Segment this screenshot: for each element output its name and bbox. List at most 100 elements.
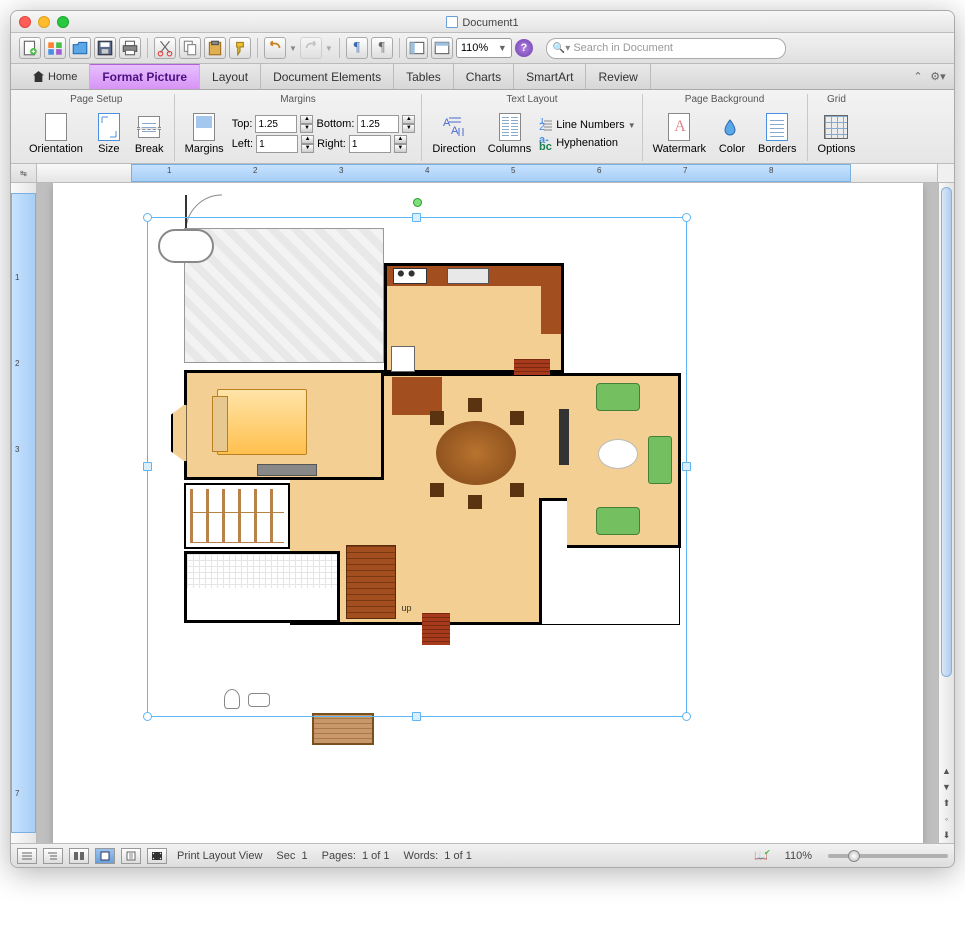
close-window-button[interactable] <box>19 16 31 28</box>
open-button[interactable] <box>69 37 91 59</box>
resize-handle-ml[interactable] <box>143 462 152 471</box>
paste-button[interactable] <box>204 37 226 59</box>
spell-check-icon[interactable]: 📖✔ <box>754 849 774 862</box>
view-notebook-button[interactable] <box>121 848 141 864</box>
margins-button[interactable]: Margins <box>181 111 228 157</box>
ribbon-group-grid: Grid Options <box>807 94 866 161</box>
resize-handle-br[interactable] <box>682 712 691 721</box>
tab-charts[interactable]: Charts <box>454 64 514 89</box>
horizontal-ruler[interactable]: 1 2 3 4 5 6 7 8 <box>37 164 938 182</box>
tab-tables[interactable]: Tables <box>394 64 454 89</box>
vertical-ruler[interactable]: 1 2 3 7 <box>11 183 37 843</box>
rotate-handle[interactable] <box>413 198 422 207</box>
view-outline-button[interactable] <box>43 848 63 864</box>
vertical-scrollbar[interactable]: ▲ ▼ ⬆ ◦ ⬇ <box>938 183 954 843</box>
help-button[interactable]: ? <box>515 39 533 57</box>
zoom-dropdown[interactable]: 110%▼ <box>456 38 512 58</box>
ribbon-group-page-setup: Page Setup Orientation Size Break <box>19 94 174 161</box>
status-pages[interactable]: Pages: 1 of 1 <box>318 850 394 862</box>
tab-layout[interactable]: Layout <box>200 64 261 89</box>
size-button[interactable]: Size <box>91 111 127 157</box>
print-button[interactable] <box>119 37 141 59</box>
columns-button[interactable]: Columns <box>484 111 535 157</box>
borders-button[interactable]: Borders <box>754 111 801 157</box>
resize-handle-bl[interactable] <box>143 712 152 721</box>
templates-button[interactable] <box>44 37 66 59</box>
ribbon-options-button[interactable]: ⚙▾ <box>928 64 948 89</box>
ribbon-tabs: Home Format Picture Layout Document Elem… <box>11 64 954 90</box>
page-color-button[interactable]: Color <box>714 111 750 157</box>
document-canvas[interactable]: up <box>37 183 938 843</box>
ribbon-collapse-button[interactable]: ⌃ <box>908 64 928 89</box>
scroll-up-button[interactable]: ▲ <box>939 763 954 779</box>
format-painter-button[interactable] <box>229 37 251 59</box>
resize-handle-tm[interactable] <box>412 213 421 222</box>
ribbon-group-page-background: Page Background AWatermark Color Borders <box>642 94 807 161</box>
margin-left-stepper[interactable]: ▲▼ <box>301 135 314 153</box>
search-placeholder: Search in Document <box>573 42 673 54</box>
view-print-layout-button[interactable] <box>95 848 115 864</box>
margin-left-input[interactable]: 1 <box>256 135 298 153</box>
orientation-button[interactable]: Orientation <box>25 111 87 157</box>
margin-top-stepper[interactable]: ▲▼ <box>300 115 313 133</box>
gallery-toggle-button[interactable] <box>431 37 453 59</box>
zoom-slider-knob[interactable] <box>848 850 860 862</box>
undo-button[interactable] <box>264 37 286 59</box>
hyphenation-button[interactable]: a-bcHyphenation <box>539 136 635 150</box>
app-window: Document1 ▼ ▼ ¶ ¶ 110%▼ ? 🔍▾ Search in D… <box>10 10 955 868</box>
margin-bottom-input[interactable]: 1.25 <box>357 115 399 133</box>
tab-smartart[interactable]: SmartArt <box>514 64 586 89</box>
next-page-button[interactable]: ⬇ <box>939 827 954 843</box>
show-all-button[interactable]: ¶ <box>371 37 393 59</box>
document-title: Document1 <box>11 14 954 29</box>
tab-document-elements[interactable]: Document Elements <box>261 64 394 89</box>
resize-handle-tl[interactable] <box>143 213 152 222</box>
tab-review[interactable]: Review <box>586 64 650 89</box>
standard-toolbar: ▼ ▼ ¶ ¶ 110%▼ ? 🔍▾ Search in Document <box>11 33 954 64</box>
cut-button[interactable] <box>154 37 176 59</box>
zoom-window-button[interactable] <box>57 16 69 28</box>
status-view-label: Print Layout View <box>173 850 266 862</box>
ribbon: Page Setup Orientation Size Break Margin… <box>11 90 954 164</box>
copy-button[interactable] <box>179 37 201 59</box>
show-formatting-button[interactable]: ¶ <box>346 37 368 59</box>
status-bar: Print Layout View Sec 1 Pages: 1 of 1 Wo… <box>11 843 954 867</box>
direction-button[interactable]: AADirection <box>428 111 479 157</box>
tab-format-picture[interactable]: Format Picture <box>90 64 200 89</box>
margin-top-input[interactable]: 1.25 <box>255 115 297 133</box>
scroll-down-button[interactable]: ▼ <box>939 779 954 795</box>
scrollbar-thumb[interactable] <box>941 187 952 677</box>
minimize-window-button[interactable] <box>38 16 50 28</box>
work-area: 1 2 3 7 <box>11 183 954 843</box>
svg-text:A: A <box>451 125 459 137</box>
save-button[interactable] <box>94 37 116 59</box>
new-document-button[interactable] <box>19 37 41 59</box>
svg-text:bc: bc <box>539 141 552 150</box>
ruler-corner[interactable]: ↹ <box>11 164 37 182</box>
resize-handle-tr[interactable] <box>682 213 691 222</box>
status-zoom[interactable]: 110% <box>781 850 816 862</box>
status-words[interactable]: Words: 1 of 1 <box>400 850 476 862</box>
status-section: Sec 1 <box>272 850 311 862</box>
margin-right-stepper[interactable]: ▲▼ <box>394 135 407 153</box>
grid-options-button[interactable]: Options <box>814 111 860 157</box>
zoom-slider[interactable] <box>828 854 948 858</box>
resize-handle-mr[interactable] <box>682 462 691 471</box>
line-numbers-button[interactable]: 12Line Numbers ▼ <box>539 118 635 132</box>
search-input[interactable]: 🔍▾ Search in Document <box>546 38 786 59</box>
watermark-button[interactable]: AWatermark <box>649 111 710 157</box>
margin-bottom-stepper[interactable]: ▲▼ <box>402 115 415 133</box>
tab-home[interactable]: Home <box>21 64 90 89</box>
margin-right-input[interactable]: 1 <box>349 135 391 153</box>
view-publishing-button[interactable] <box>69 848 89 864</box>
image-selection-frame[interactable] <box>147 217 687 717</box>
resize-handle-bm[interactable] <box>412 712 421 721</box>
document-icon <box>446 16 458 28</box>
redo-button[interactable] <box>300 37 322 59</box>
view-draft-button[interactable] <box>17 848 37 864</box>
view-fullscreen-button[interactable] <box>147 848 167 864</box>
sidebar-toggle-button[interactable] <box>406 37 428 59</box>
browse-object-button[interactable]: ◦ <box>939 811 954 827</box>
prev-page-button[interactable]: ⬆ <box>939 795 954 811</box>
break-button[interactable]: Break <box>131 111 168 157</box>
